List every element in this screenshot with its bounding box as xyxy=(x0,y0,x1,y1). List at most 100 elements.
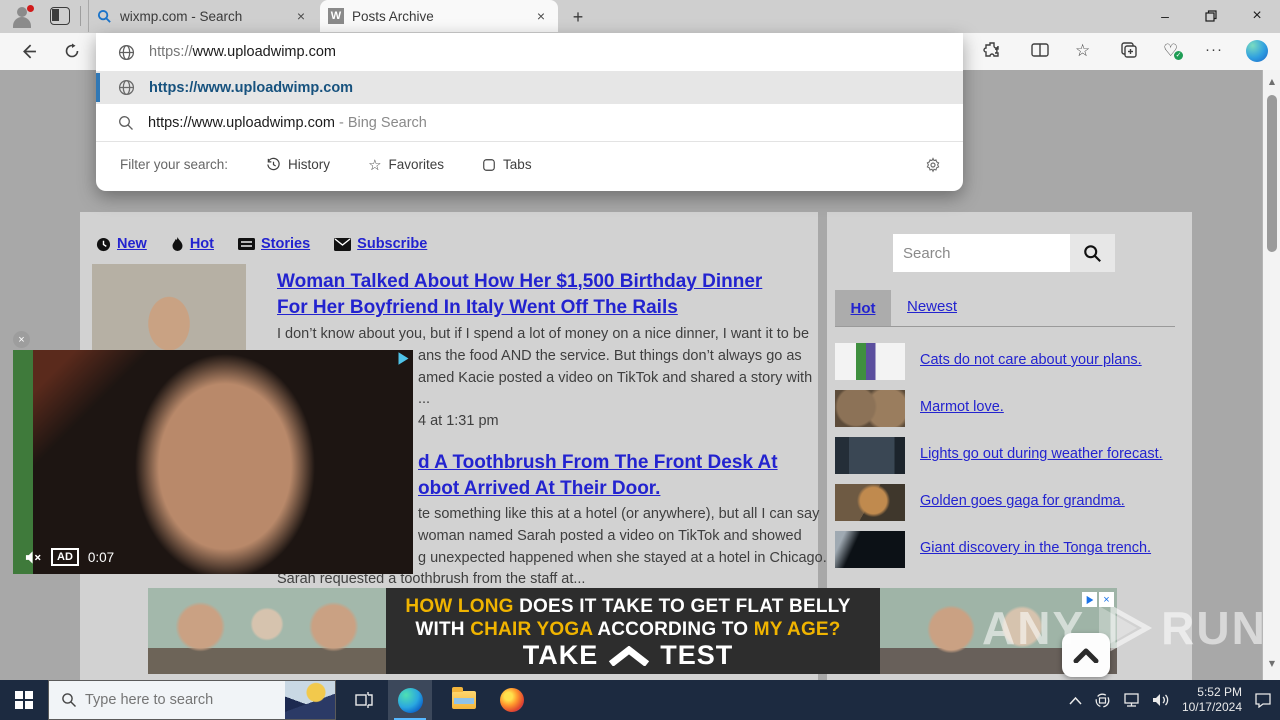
floating-video-ad[interactable]: AD 0:07 xyxy=(13,350,413,574)
muted-speaker-icon[interactable] xyxy=(25,550,42,565)
taskbar-firefox-button[interactable] xyxy=(492,680,532,720)
star-icon: ☆ xyxy=(368,155,382,174)
sidebar-item-link[interactable]: Giant discovery in the Tonga trench. xyxy=(920,540,1151,556)
taskbar-clock[interactable]: 5:52 PM 10/17/2024 xyxy=(1182,685,1242,715)
globe-icon xyxy=(118,44,135,60)
search-highlight-image[interactable] xyxy=(285,681,335,719)
favorites-icon[interactable]: ☆ xyxy=(1075,41,1090,61)
search-settings-gear-icon[interactable] xyxy=(925,157,941,176)
profile-avatar-icon[interactable] xyxy=(10,5,34,29)
nav-subscribe[interactable]: Subscribe xyxy=(334,236,427,252)
tab-wixmp-search[interactable]: wixmp.com - Search × xyxy=(88,0,318,32)
search-icon xyxy=(1084,244,1101,262)
divider xyxy=(835,326,1175,327)
new-tab-button[interactable]: + xyxy=(564,4,592,30)
settings-overflow-icon[interactable]: ··· xyxy=(1205,41,1223,58)
search-icon xyxy=(62,693,76,707)
tab-posts-archive[interactable]: W Posts Archive × xyxy=(320,0,558,32)
typed-url[interactable]: https://www.uploadwimp.com xyxy=(149,44,336,60)
sidebar-search-input[interactable] xyxy=(893,234,1070,272)
file-explorer-icon xyxy=(452,687,476,709)
taskbar: 5:52 PM 10/17/2024 xyxy=(0,680,1280,720)
taskbar-search-box[interactable] xyxy=(48,680,336,720)
tray-app-icon[interactable] xyxy=(1094,693,1111,708)
sidebar-search-button[interactable] xyxy=(1070,234,1115,272)
tray-expand-chevron-icon[interactable] xyxy=(1069,696,1082,705)
ad-cta[interactable]: TAKE TEST xyxy=(388,640,868,671)
tab-close-icon[interactable]: × xyxy=(292,7,310,25)
stories-icon xyxy=(238,238,255,250)
ad-photo-left xyxy=(148,588,386,674)
sidebar-tab-hot[interactable]: Hot xyxy=(835,290,891,326)
taskbar-explorer-button[interactable] xyxy=(444,680,484,720)
edge-icon xyxy=(397,687,423,713)
divider xyxy=(80,6,81,26)
refresh-button[interactable] xyxy=(60,39,84,63)
sidebar-item-thumbnail[interactable] xyxy=(835,343,905,380)
tab-actions-icon[interactable] xyxy=(50,7,70,25)
system-tray: 5:52 PM 10/17/2024 xyxy=(1069,680,1280,720)
video-time: 0:07 xyxy=(87,549,115,565)
volume-icon[interactable] xyxy=(1152,693,1170,707)
browser-essentials-icon[interactable]: ♡ ✓ xyxy=(1163,41,1183,61)
suggestion-bing-search[interactable]: https://www.uploadwimp.com - Bing Search xyxy=(96,104,963,141)
copilot-icon[interactable] xyxy=(1246,40,1268,62)
envelope-icon xyxy=(334,237,352,251)
network-icon[interactable] xyxy=(1123,693,1140,707)
tabs-icon xyxy=(483,158,495,171)
taskbar-edge-button[interactable] xyxy=(388,680,432,720)
collections-icon[interactable] xyxy=(1119,40,1139,60)
filter-tabs[interactable]: Tabs xyxy=(482,157,532,172)
sidebar-item-link[interactable]: Marmot love. xyxy=(920,399,1004,415)
window-restore-button[interactable] xyxy=(1188,0,1234,32)
sidebar-item-link[interactable]: Golden goes gaga for grandma. xyxy=(920,493,1125,509)
nav-new[interactable]: New xyxy=(96,236,147,252)
adchoices-icon[interactable] xyxy=(396,351,411,366)
sidebar-item-thumbnail[interactable] xyxy=(835,531,905,568)
site-favicon: W xyxy=(328,8,344,24)
suggestion-url: https://www.uploadwimp.com xyxy=(149,79,354,96)
windows-logo-icon xyxy=(15,691,33,709)
tab-close-icon[interactable]: × xyxy=(532,7,550,25)
task-view-button[interactable] xyxy=(344,680,384,720)
address-bar[interactable]: https://www.uploadwimp.com xyxy=(96,33,963,71)
page-scrollbar[interactable]: ▲ ▼ xyxy=(1262,70,1280,680)
sidebar-item-thumbnail[interactable] xyxy=(835,390,905,427)
clock-icon xyxy=(96,237,111,251)
notification-dot xyxy=(27,5,34,12)
ad-banner[interactable]: HOW LONG DOES IT TAKE TO GET FLAT BELLY … xyxy=(148,588,1117,674)
action-center-icon[interactable] xyxy=(1254,692,1272,708)
window-minimize-button[interactable]: – xyxy=(1142,0,1188,32)
sidebar-item-link[interactable]: Cats do not care about your plans. xyxy=(920,352,1142,368)
check-badge: ✓ xyxy=(1174,51,1183,60)
sidebar-item-thumbnail[interactable] xyxy=(835,437,905,474)
split-screen-icon[interactable] xyxy=(1030,40,1050,60)
window-close-button[interactable]: × xyxy=(1234,0,1280,32)
anyrun-watermark: ANY RUN xyxy=(982,602,1267,654)
nav-hot[interactable]: Hot xyxy=(171,236,214,252)
scrollbar-up-arrow[interactable]: ▲ xyxy=(1266,76,1278,88)
suggestion-text: https://www.uploadwimp.com - Bing Search xyxy=(148,114,427,131)
taskbar-search-input[interactable] xyxy=(85,692,275,708)
suggestion-selected[interactable]: https://www.uploadwimp.com xyxy=(96,71,963,104)
sidebar-tab-newest[interactable]: Newest xyxy=(907,298,957,315)
scrollbar-thumb[interactable] xyxy=(1267,95,1277,252)
extensions-icon[interactable] xyxy=(982,40,1002,60)
site-nav: New Hot Stories Subscribe xyxy=(96,236,427,252)
sidebar-item-thumbnail[interactable] xyxy=(835,484,905,521)
start-button[interactable] xyxy=(0,680,48,720)
back-button[interactable] xyxy=(16,39,40,63)
chevron-up-icon xyxy=(609,645,650,666)
filter-history[interactable]: History xyxy=(266,157,330,172)
firefox-icon xyxy=(500,688,524,712)
sidebar-item-link[interactable]: Lights go out during weather forecast. xyxy=(920,446,1163,462)
article1-headline[interactable]: Woman Talked About How Her $1,500 Birthd… xyxy=(277,269,762,321)
scrollbar-down-arrow[interactable]: ▼ xyxy=(1266,658,1278,670)
nav-stories[interactable]: Stories xyxy=(238,236,310,252)
video-close-button[interactable]: × xyxy=(13,331,30,348)
tab-title: wixmp.com - Search xyxy=(120,8,243,24)
address-bar-dropdown: https://www.uploadwimp.com https://www.u… xyxy=(96,33,963,191)
video-controls: AD 0:07 xyxy=(25,548,114,566)
ad-headline: HOW LONG DOES IT TAKE TO GET FLAT BELLY … xyxy=(405,596,851,640)
filter-favorites[interactable]: ☆ Favorites xyxy=(368,156,444,174)
